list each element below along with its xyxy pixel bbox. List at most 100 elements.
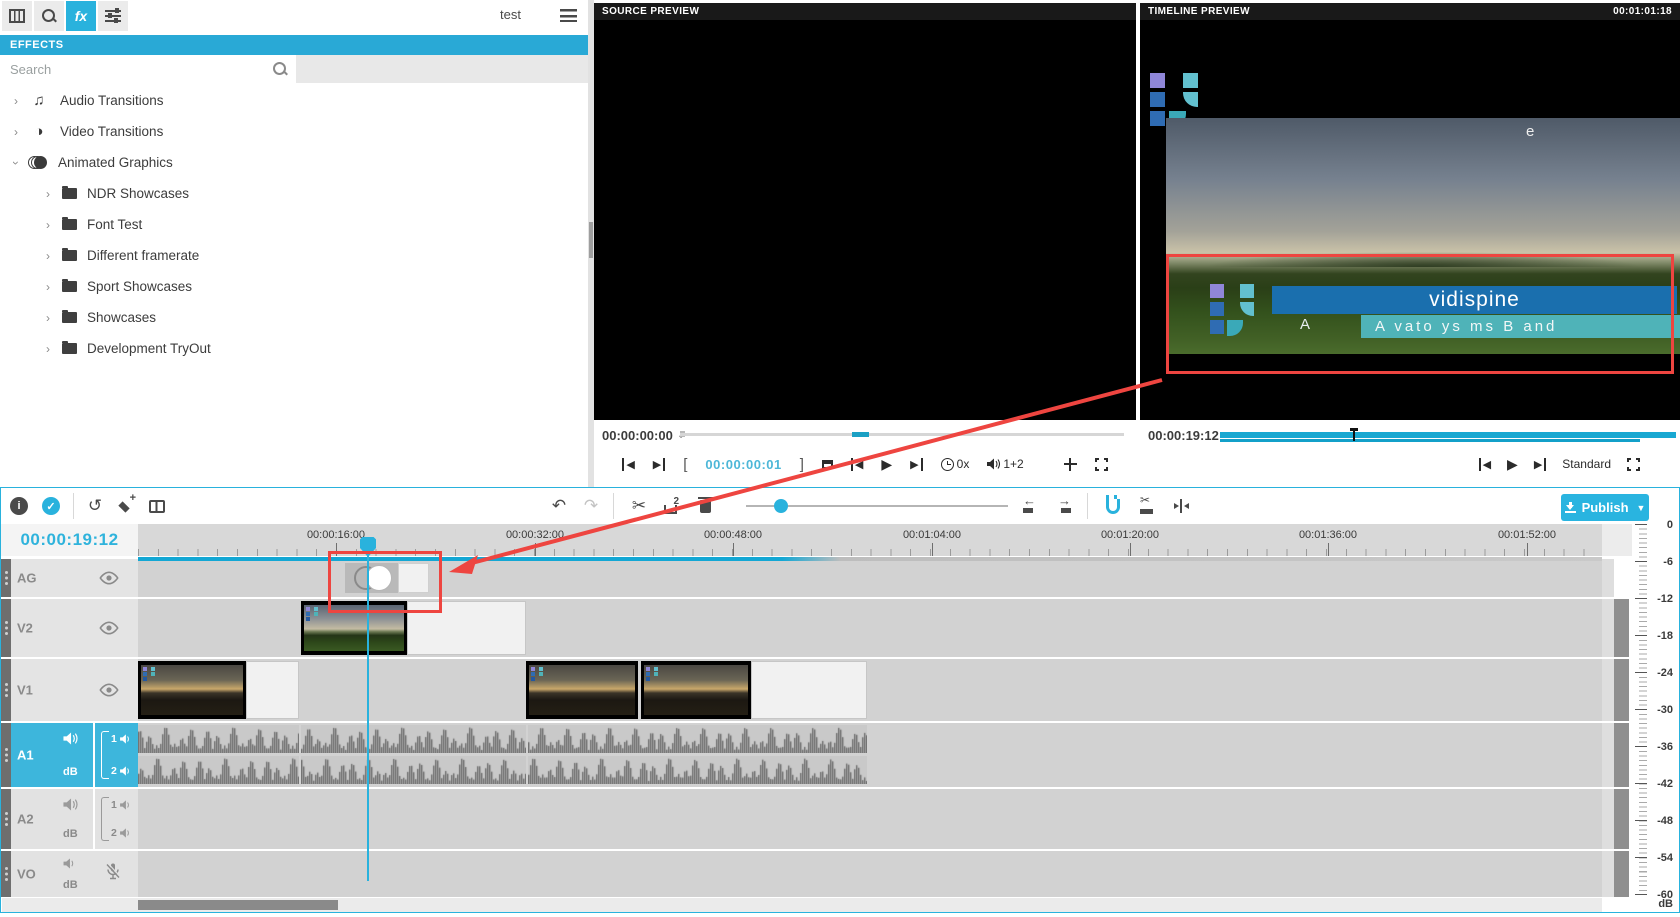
quality-selector[interactable]: Standard bbox=[1562, 457, 1611, 471]
tree-item-different-framerate[interactable]: › Different framerate bbox=[0, 240, 588, 271]
goto-in-icon[interactable]: ◀ bbox=[622, 458, 634, 471]
settings-panel-button[interactable] bbox=[98, 1, 128, 31]
add-marker-icon[interactable] bbox=[822, 460, 833, 469]
play-icon[interactable]: ▶ bbox=[881, 456, 892, 473]
audio-waveform[interactable] bbox=[301, 756, 526, 784]
chevron-down-icon[interactable]: › bbox=[9, 157, 23, 169]
track-v1-header[interactable]: V1 bbox=[1, 659, 138, 721]
approve-button[interactable]: ✓ bbox=[39, 494, 63, 518]
audio-waveform[interactable] bbox=[528, 756, 867, 784]
cut-button[interactable]: ✂ bbox=[627, 494, 651, 518]
horizontal-scrollbar[interactable] bbox=[2, 898, 1602, 912]
next-frame-icon[interactable]: ▶ bbox=[910, 458, 922, 471]
audio-waveform[interactable] bbox=[301, 725, 526, 753]
mark-out-bracket[interactable]: ] bbox=[800, 456, 804, 473]
track-drag-handle[interactable] bbox=[1, 559, 11, 597]
track-a1-header[interactable]: A1 dB 1 2 bbox=[1, 723, 138, 787]
chevron-right-icon[interactable]: › bbox=[42, 311, 54, 325]
track-drag-handle[interactable] bbox=[1, 789, 11, 849]
razor-clip-button[interactable] bbox=[1135, 494, 1159, 518]
zoom-slider[interactable] bbox=[746, 505, 1008, 507]
tree-item-font-test[interactable]: › Font Test bbox=[0, 209, 588, 240]
search-panel-button[interactable] bbox=[34, 1, 64, 31]
timeline-preview-timecode[interactable]: 00:00:19:12 bbox=[1148, 428, 1219, 443]
eye-icon[interactable] bbox=[99, 622, 119, 635]
tree-item-audio-transitions[interactable]: › ♫ Audio Transitions bbox=[0, 85, 588, 116]
speaker-icon[interactable] bbox=[63, 856, 76, 874]
search-input[interactable] bbox=[0, 55, 296, 83]
chevron-right-icon[interactable]: › bbox=[42, 280, 54, 294]
fullscreen-icon[interactable] bbox=[1627, 458, 1640, 471]
trim-split-button[interactable] bbox=[1169, 494, 1193, 518]
db-toggle[interactable]: dB bbox=[63, 766, 78, 778]
info-button[interactable]: i bbox=[7, 494, 31, 518]
play-icon[interactable]: ▶ bbox=[1507, 456, 1518, 473]
video-clip-tail[interactable] bbox=[246, 661, 299, 719]
audio-waveform[interactable] bbox=[138, 756, 299, 784]
source-video-viewport[interactable] bbox=[594, 20, 1136, 420]
track-drag-handle[interactable] bbox=[1, 723, 11, 787]
scrollbar-thumb[interactable] bbox=[138, 900, 338, 910]
effects-panel-button[interactable]: fx bbox=[66, 1, 96, 31]
source-timecode[interactable]: 00:00:00:00 bbox=[602, 428, 673, 443]
next-frame-icon[interactable]: ▶ bbox=[1534, 458, 1546, 471]
track-drag-handle[interactable] bbox=[1, 599, 11, 657]
track-a2-header[interactable]: A2 dB 1 2 bbox=[1, 789, 138, 849]
tree-item-showcases[interactable]: › Showcases bbox=[0, 302, 588, 333]
dual-view-button[interactable] bbox=[145, 494, 169, 518]
insert-left-button[interactable] bbox=[1019, 494, 1043, 518]
mic-off-icon[interactable] bbox=[105, 863, 121, 886]
snap-button[interactable] bbox=[1101, 494, 1125, 518]
prev-frame-icon[interactable]: ◀ bbox=[851, 458, 863, 471]
track-vo-header[interactable]: VO dB bbox=[1, 851, 138, 897]
fullscreen-icon[interactable] bbox=[1095, 458, 1108, 471]
audio-channels-control[interactable]: 1+2 bbox=[987, 457, 1023, 471]
publish-button[interactable]: Publish ▼ bbox=[1561, 494, 1649, 521]
tree-item-ndr-showcases[interactable]: › NDR Showcases bbox=[0, 178, 588, 209]
speaker-icon[interactable] bbox=[63, 798, 78, 816]
source-frame-timecode[interactable]: 00:00:00:01 bbox=[705, 457, 781, 472]
publish-caret-icon[interactable]: ▼ bbox=[1637, 503, 1646, 513]
timeline-video-viewport[interactable]: e vidispine A A vato ys ms B and bbox=[1140, 20, 1680, 420]
add-layer-button[interactable] bbox=[113, 494, 137, 518]
db-toggle[interactable]: dB bbox=[63, 879, 78, 891]
cut-all-tracks-button[interactable] bbox=[659, 494, 683, 518]
track-v1-content[interactable] bbox=[138, 659, 1602, 721]
video-clip-thumbnail[interactable] bbox=[138, 661, 246, 719]
panel-divider-handle[interactable] bbox=[589, 222, 593, 258]
track-vo-content[interactable] bbox=[138, 851, 1602, 897]
scrubber-playhead[interactable] bbox=[1353, 428, 1355, 441]
timeline-timecode[interactable]: 00:00:19:12 bbox=[1, 524, 138, 556]
video-clip-thumbnail[interactable] bbox=[526, 661, 638, 719]
insert-right-button[interactable] bbox=[1051, 494, 1075, 518]
audio-waveform[interactable] bbox=[528, 725, 867, 753]
prev-frame-icon[interactable]: ◀ bbox=[1479, 458, 1491, 471]
channel-2[interactable]: 2 bbox=[111, 827, 131, 839]
chevron-right-icon[interactable]: › bbox=[10, 125, 22, 139]
channel-1[interactable]: 1 bbox=[111, 799, 131, 811]
chevron-right-icon[interactable]: › bbox=[42, 342, 54, 356]
track-ag-header[interactable]: AG bbox=[1, 559, 138, 597]
eye-icon[interactable] bbox=[99, 572, 119, 585]
goto-out-icon[interactable]: ▶ bbox=[653, 458, 665, 471]
eye-icon[interactable] bbox=[99, 684, 119, 697]
chevron-right-icon[interactable]: › bbox=[42, 218, 54, 232]
media-bin-button[interactable] bbox=[2, 1, 32, 31]
speaker-icon[interactable] bbox=[63, 732, 78, 750]
speed-control[interactable]: 0x bbox=[941, 457, 970, 471]
source-scrubber[interactable] bbox=[680, 433, 1124, 436]
tree-item-sport-showcases[interactable]: › Sport Showcases bbox=[0, 271, 588, 302]
track-a2-content[interactable] bbox=[138, 789, 1602, 849]
delete-button[interactable] bbox=[693, 494, 717, 518]
tree-item-development-tryout[interactable]: › Development TryOut bbox=[0, 333, 588, 364]
chevron-right-icon[interactable]: › bbox=[42, 249, 54, 263]
tree-item-video-transitions[interactable]: › ◑ Video Transitions bbox=[0, 116, 588, 147]
channel-2[interactable]: 2 bbox=[111, 765, 131, 777]
jog-cross-icon[interactable] bbox=[1064, 458, 1077, 471]
track-drag-handle[interactable] bbox=[1, 659, 11, 721]
zoom-slider-knob[interactable] bbox=[774, 499, 788, 513]
menu-icon[interactable] bbox=[560, 9, 577, 22]
chevron-right-icon[interactable]: › bbox=[42, 187, 54, 201]
timeline-scrubber[interactable] bbox=[1220, 432, 1676, 438]
video-clip-thumbnail[interactable] bbox=[641, 661, 751, 719]
